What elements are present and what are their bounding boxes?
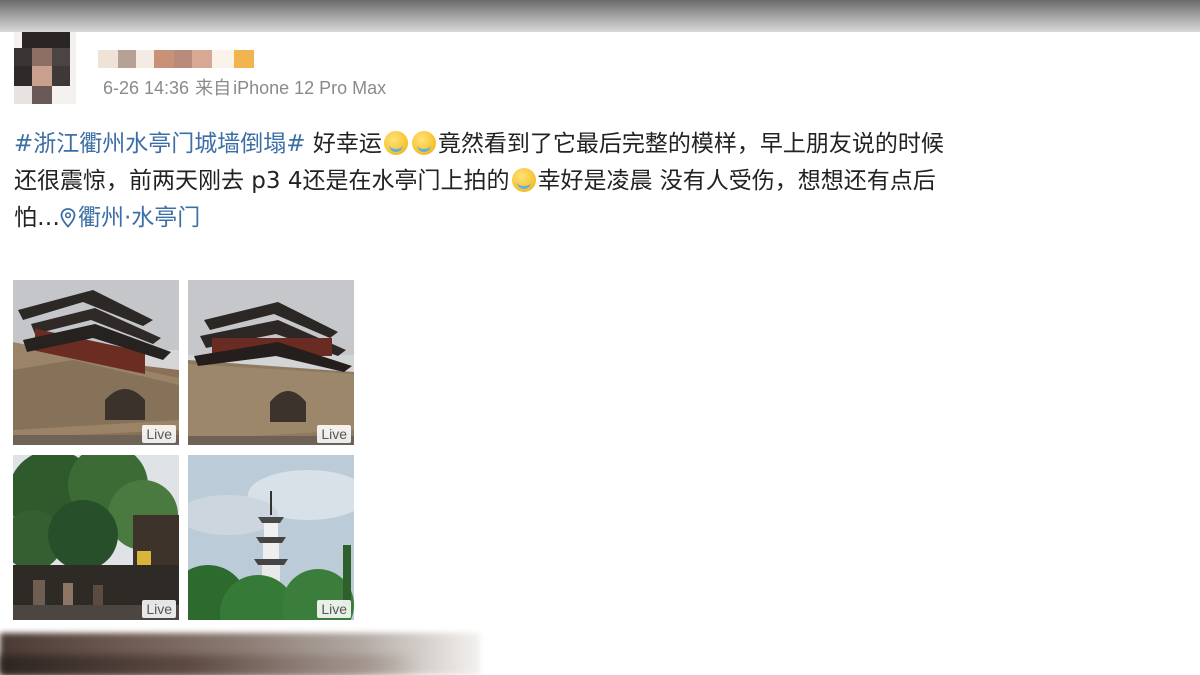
post-photo-1[interactable]: Live: [13, 280, 179, 445]
crying-face-icon: [511, 168, 536, 192]
post-text-segment: 还很震惊，前两天刚去 p3 4还是在水亭门上拍的: [14, 168, 510, 194]
post-line-1: #浙江衢州水亭门城墙倒塌# 好幸运 竟然看到了它最后完整的模样，早上朋友说的时候: [14, 126, 1190, 163]
post-line-3: 怕… 衢州·水亭门: [14, 200, 1190, 237]
post-meta: 6-26 14:36 来自 iPhone 12 Pro Max: [103, 74, 392, 100]
post-photo-4[interactable]: Live: [188, 455, 354, 620]
hashtag-link[interactable]: #浙江衢州水亭门城墙倒塌#: [14, 131, 306, 157]
pagoda-photo: [188, 455, 354, 620]
live-badge: Live: [317, 600, 351, 618]
top-blurred-band: [0, 0, 1200, 32]
bottom-blurred-band-shadow: [0, 655, 420, 675]
post-photo-3[interactable]: Live: [13, 455, 179, 620]
live-badge: Live: [317, 425, 351, 443]
post-text-segment: 怕…: [14, 205, 60, 231]
city-gate-photo: [188, 280, 354, 445]
city-gate-photo: [13, 280, 179, 445]
crying-face-icon: [411, 131, 436, 155]
post-device[interactable]: iPhone 12 Pro Max: [233, 78, 386, 98]
live-badge: Live: [142, 425, 176, 443]
avatar[interactable]: [14, 32, 76, 104]
post-text: #浙江衢州水亭门城墙倒塌# 好幸运 竟然看到了它最后完整的模样，早上朋友说的时候 …: [14, 126, 1190, 237]
post-text-segment: 好幸运: [305, 131, 382, 157]
location-link[interactable]: 衢州·水亭门: [78, 205, 200, 231]
post-text-segment: 幸好是凌晨 没有人受伤，想想还有点后: [537, 168, 936, 194]
location-pin-icon: [60, 208, 76, 228]
post-line-2: 还很震惊，前两天刚去 p3 4还是在水亭门上拍的 幸好是凌晨 没有人受伤，想想还有…: [14, 163, 1190, 200]
street-trees-photo: [13, 455, 179, 620]
live-badge: Live: [142, 600, 176, 618]
crying-face-icon: [383, 131, 408, 155]
post-photo-2[interactable]: Live: [188, 280, 354, 445]
post-text-segment: 竟然看到了它最后完整的模样，早上朋友说的时候: [437, 131, 944, 157]
username[interactable]: [98, 50, 268, 70]
post-time: 6-26 14:36: [103, 78, 190, 98]
post-source-prefix: 来自: [195, 78, 232, 98]
